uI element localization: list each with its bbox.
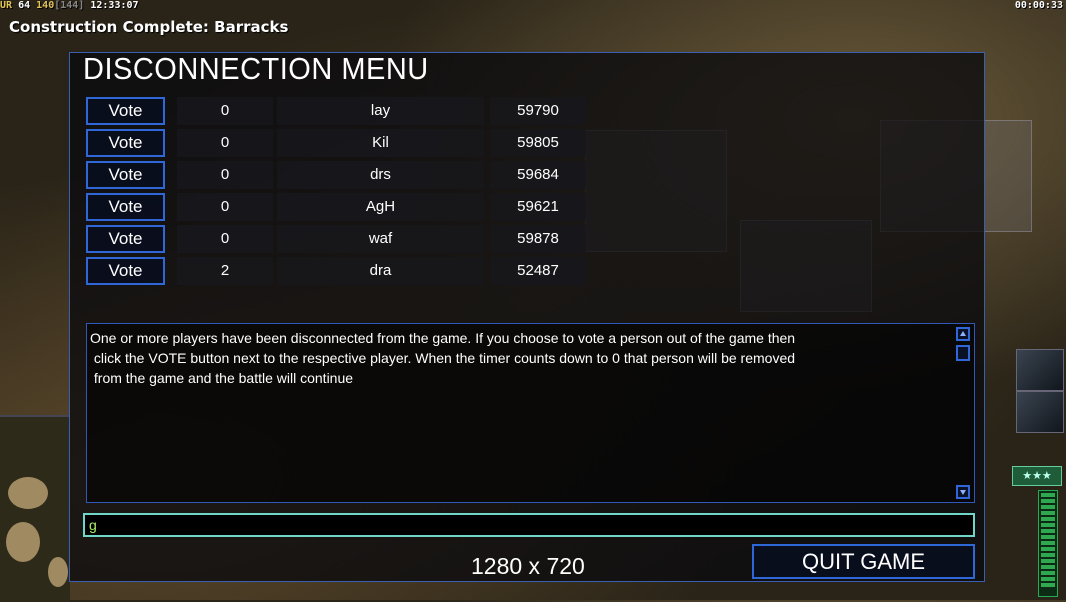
vote-button[interactable]: Vote: [86, 161, 165, 189]
unit-portrait-icon[interactable]: [1016, 391, 1064, 433]
quit-game-button[interactable]: QUIT GAME: [752, 544, 975, 579]
player-timer: 59878: [490, 225, 586, 253]
clock: 12:33:07: [90, 0, 139, 11]
satellite-icon[interactable]: [1016, 349, 1064, 391]
stat-c: [144]: [54, 0, 85, 11]
vote-count: 2: [177, 257, 273, 285]
player-name: waf: [277, 225, 484, 253]
player-timer: 59790: [490, 97, 586, 125]
vote-button[interactable]: Vote: [86, 257, 165, 285]
player-name: drs: [277, 161, 484, 189]
scroll-up-icon[interactable]: [956, 327, 970, 341]
rank-stars-badge: ★★★: [1012, 466, 1062, 486]
vote-button[interactable]: Vote: [86, 129, 165, 157]
player-timer: 59684: [490, 161, 586, 189]
vote-count: 0: [177, 193, 273, 221]
vote-count: 0: [177, 97, 273, 125]
scroll-down-icon[interactable]: [956, 485, 970, 499]
player-name: dra: [277, 257, 484, 285]
message-box: One or more players have been disconnect…: [86, 323, 975, 503]
disconnection-dialog: DISCONNECTION MENU Vote 0 lay 59790 Vote 0 Kil…: [69, 52, 985, 582]
vote-button[interactable]: Vote: [86, 193, 165, 221]
vote-count: 0: [177, 129, 273, 157]
player-timer: 59805: [490, 129, 586, 157]
player-name: Kil: [277, 129, 484, 157]
power-meter: [1038, 490, 1058, 597]
player-name: AgH: [277, 193, 484, 221]
vote-button[interactable]: Vote: [86, 225, 165, 253]
ur-label: UR: [0, 0, 13, 11]
notification-text: Construction Complete: Barracks: [9, 18, 289, 36]
stat-a: 64: [18, 0, 31, 11]
game-timer: 00:00:33: [1014, 0, 1063, 11]
player-name: lay: [277, 97, 484, 125]
player-timer: 59621: [490, 193, 586, 221]
minimap[interactable]: [0, 415, 70, 602]
dialog-title: DISCONNECTION MENU: [83, 53, 429, 87]
vote-count: 0: [177, 161, 273, 189]
scroll-thumb[interactable]: [956, 345, 970, 361]
minimap-terrain: [8, 477, 48, 509]
resolution-label: 1280 x 720: [471, 553, 585, 579]
chat-input[interactable]: [83, 513, 975, 537]
message-scrollbar[interactable]: [956, 327, 972, 499]
stat-b: 140: [36, 0, 55, 11]
minimap-terrain: [6, 522, 40, 562]
minimap-terrain: [48, 557, 68, 587]
vote-count: 0: [177, 225, 273, 253]
top-hud: UR 64 140[144] 12:33:07: [0, 0, 139, 12]
disconnect-message: One or more players have been disconnect…: [90, 330, 796, 386]
player-timer: 52487: [490, 257, 586, 285]
vote-button[interactable]: Vote: [86, 97, 165, 125]
